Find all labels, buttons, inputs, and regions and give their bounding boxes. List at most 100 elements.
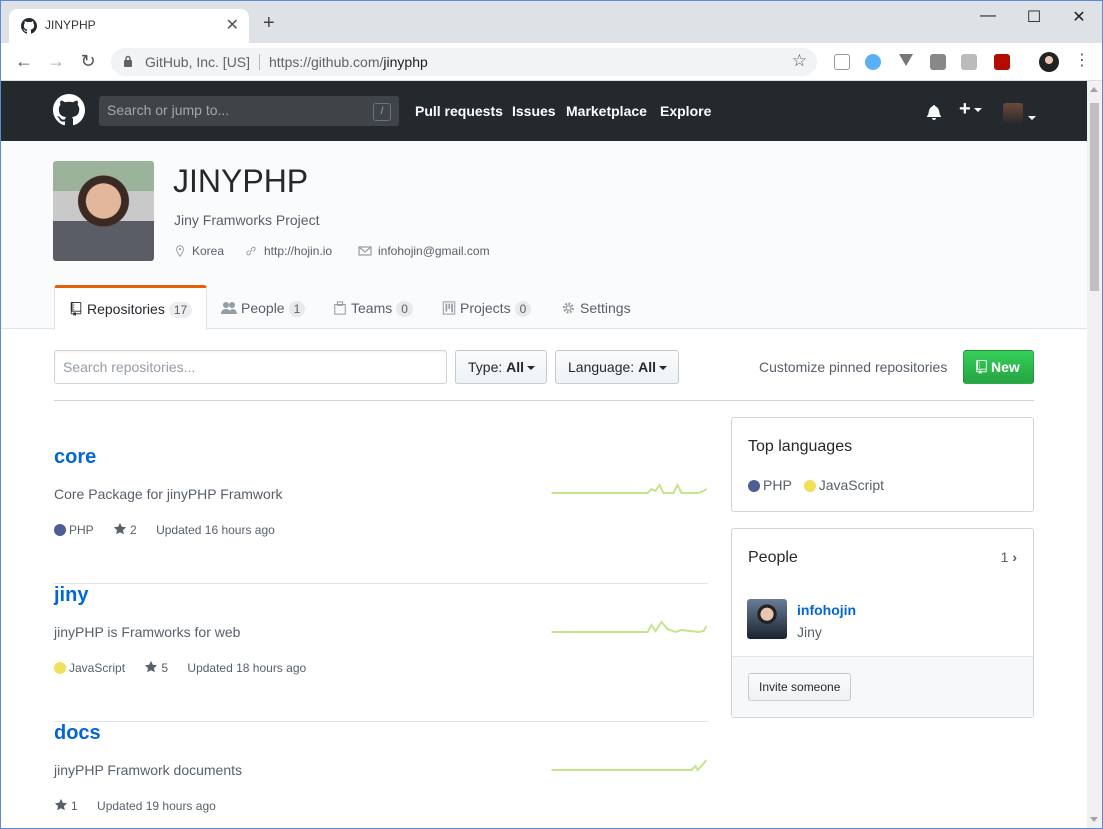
top-language-javascript[interactable]: JavaScript [803, 477, 884, 493]
activity-sparkline [551, 620, 707, 634]
repo-search-field [54, 350, 447, 384]
global-search-input[interactable] [99, 96, 359, 124]
people-title[interactable]: People [748, 549, 798, 567]
language-filter-dropdown[interactable]: Language: All [555, 350, 679, 384]
language-color-dot [54, 524, 66, 536]
search-shortcut-hint: / [373, 103, 391, 121]
star-icon [145, 660, 158, 673]
ex-extension-icon[interactable] [961, 54, 977, 70]
back-arrow-icon[interactable]: ← [13, 51, 35, 71]
bookmark-star-icon[interactable]: ☆ [792, 51, 807, 71]
url-text: https://github.com/jinyphp [269, 54, 428, 70]
github-header: / Pull requests Issues Marketplace Explo… [1, 81, 1087, 141]
user-menu-caret-icon[interactable] [1025, 109, 1036, 125]
new-repo-button[interactable]: New [963, 350, 1034, 384]
scroll-thumb[interactable] [1090, 103, 1099, 291]
repo-updated: Updated 18 hours ago [187, 661, 307, 675]
profile-avatar-icon[interactable] [1039, 52, 1059, 72]
top-languages-title: Top languages [748, 438, 853, 455]
type-filter-dropdown[interactable]: Type: All [455, 350, 547, 384]
repo-search-input[interactable] [55, 351, 446, 383]
more-menu-icon[interactable]: ⋮ [1071, 51, 1093, 71]
tab-people[interactable]: People 1 [221, 285, 306, 330]
camera-extension-icon[interactable] [930, 54, 946, 70]
repo-description: jinyPHP Framwork documents [54, 762, 243, 778]
close-window-icon[interactable]: ✕ [1064, 7, 1094, 27]
org-description: Jiny Framworks Project [174, 212, 320, 228]
repo-icon [70, 302, 82, 316]
org-location: Korea [174, 244, 224, 258]
omnibox-separator [259, 54, 260, 70]
projects-count: 0 [514, 301, 532, 317]
scroll-up-icon[interactable] [1090, 87, 1098, 92]
org-name: JINYPHP [173, 163, 309, 199]
people-count: 1 [288, 301, 306, 317]
repo-meta: JavaScript 5 Updated 18 hours ago [54, 660, 306, 675]
vue-extension-icon[interactable] [899, 54, 913, 66]
people-box-footer: Invite someone [732, 656, 1033, 717]
minimize-icon[interactable]: — [973, 7, 1003, 25]
top-languages-box: Top languages PHP JavaScript [731, 417, 1034, 512]
member-avatar[interactable] [747, 599, 787, 639]
pdf-extension-icon[interactable] [994, 54, 1010, 70]
repo-list-item: core Core Package for jinyPHP Framwork P… [54, 446, 708, 584]
repo-list-item: docs jinyPHP Framwork documents 1 Update… [54, 722, 708, 828]
nav-issues[interactable]: Issues [512, 103, 556, 119]
repo-meta: 1 Updated 19 hours ago [54, 798, 216, 813]
maximize-icon[interactable]: ☐ [1019, 7, 1049, 27]
forward-arrow-icon[interactable]: → [45, 51, 67, 71]
github-logo-icon[interactable] [53, 94, 85, 126]
chevron-right-icon: › [1012, 549, 1017, 565]
org-email[interactable]: infohojin@gmail.com [358, 244, 490, 258]
browser-tab[interactable]: JINYPHP ✕ [9, 9, 249, 43]
org-avatar [53, 161, 154, 261]
reload-icon[interactable]: ↻ [77, 51, 99, 71]
tab-projects[interactable]: Projects 0 [442, 285, 532, 330]
browser-window: JINYPHP ✕ + — ☐ ✕ ← → ↻ GitHub, Inc. [US… [0, 0, 1103, 829]
repo-stars[interactable]: 2 [113, 522, 137, 537]
customize-pinned-link[interactable]: Customize pinned repositories [759, 359, 947, 375]
repo-description: Core Package for jinyPHP Framwork [54, 486, 283, 502]
nav-explore[interactable]: Explore [660, 103, 711, 119]
people-icon [221, 302, 237, 314]
org-website[interactable]: http://hojin.io [244, 244, 332, 258]
github-icon [21, 18, 37, 34]
tab-repositories[interactable]: Repositories 17 [54, 285, 208, 330]
nav-marketplace[interactable]: Marketplace [566, 103, 647, 119]
close-tab-icon[interactable]: ✕ [226, 15, 239, 35]
scroll-down-icon[interactable] [1090, 817, 1098, 822]
repo-language: JavaScript [54, 661, 125, 675]
tab-teams[interactable]: Teams 0 [333, 285, 413, 330]
member-login[interactable]: infohojin [797, 602, 856, 618]
people-count-link[interactable]: 1 › [1001, 549, 1017, 565]
language-color-dot [803, 480, 816, 492]
language-color-dot [54, 662, 66, 674]
repo-name-link[interactable]: core [54, 446, 96, 469]
new-tab-icon[interactable]: + [263, 13, 275, 33]
repo-stars[interactable]: 5 [144, 660, 168, 675]
gear-icon [563, 302, 574, 314]
chevron-down-icon [527, 366, 536, 371]
repo-name-link[interactable]: jiny [54, 584, 88, 607]
repo-stars[interactable]: 1 [54, 798, 78, 813]
user-avatar[interactable] [1003, 103, 1023, 123]
top-language-php[interactable]: PHP [748, 477, 792, 493]
create-new-dropdown[interactable]: + [959, 98, 982, 121]
filter-divider [54, 400, 1034, 401]
top-language-list: PHP JavaScript [748, 477, 884, 493]
invite-someone-button[interactable]: Invite someone [748, 673, 852, 701]
tab-settings[interactable]: Settings [561, 285, 631, 330]
repo-name-link[interactable]: docs [54, 722, 101, 745]
page-scrollbar[interactable] [1087, 81, 1102, 828]
address-bar[interactable]: GitHub, Inc. [US] https://github.com/jin… [111, 48, 817, 76]
notification-bell-icon[interactable] [927, 104, 941, 120]
repo-updated: Updated 19 hours ago [97, 799, 216, 813]
cloud-extension-icon[interactable] [865, 54, 881, 70]
mail-icon [358, 246, 372, 256]
member-name: Jiny [797, 624, 822, 640]
star-icon [113, 522, 127, 535]
nav-pull-requests[interactable]: Pull requests [415, 103, 503, 119]
repo-icon [976, 360, 987, 374]
tag-extension-icon[interactable] [834, 54, 850, 70]
teams-icon [334, 301, 346, 315]
